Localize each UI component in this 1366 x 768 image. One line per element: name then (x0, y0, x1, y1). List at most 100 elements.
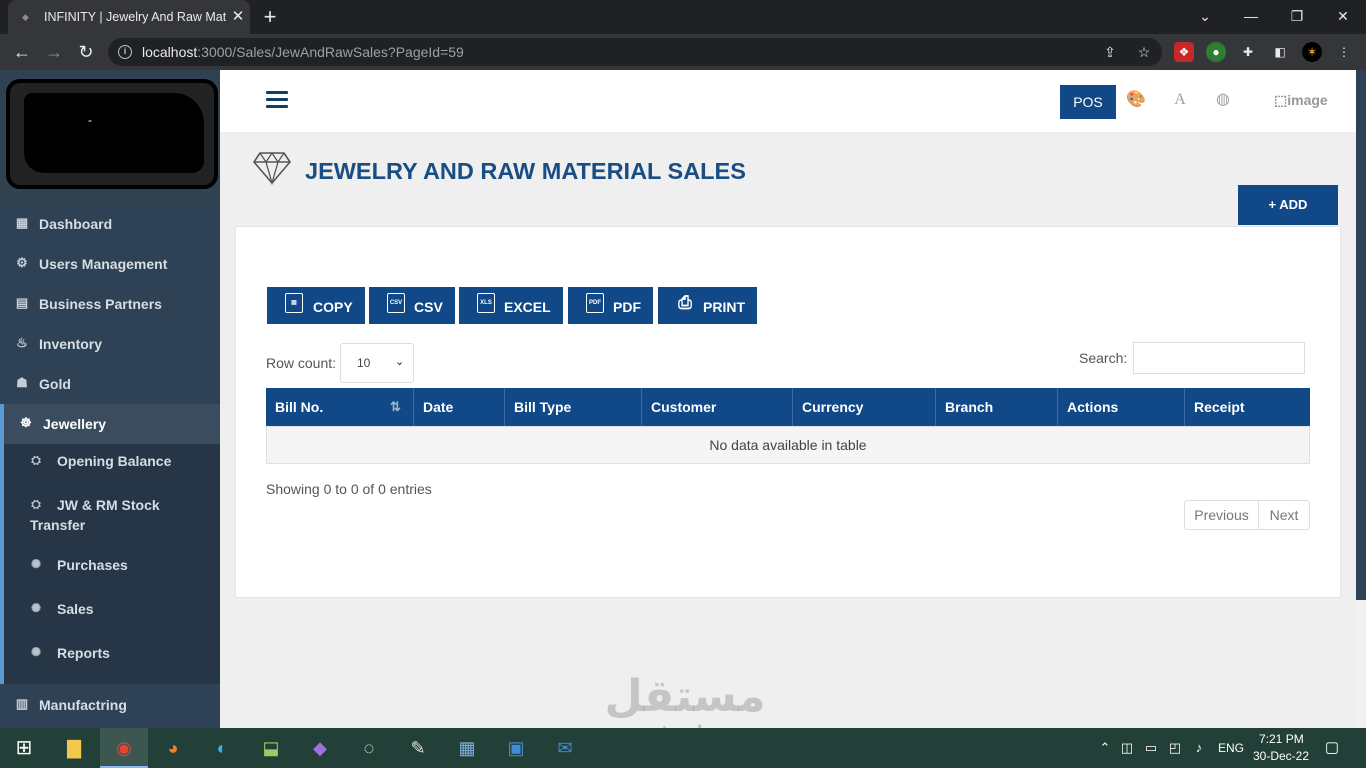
sidebar-item-business-partners[interactable]: ▤ Business Partners (0, 284, 220, 324)
browser-titlebar: ◆ INFINITY | Jewelry And Raw Mate ✕ + ⌄ … (0, 0, 1366, 34)
address-bar[interactable]: i localhost:3000/Sales/JewAndRawSales?Pa… (108, 38, 1162, 66)
pos-button[interactable]: POS (1060, 85, 1116, 119)
pdf-button[interactable]: PDF PDF (568, 287, 653, 324)
battery-icon[interactable]: ▭ (1142, 739, 1160, 757)
csv-icon: CSV (387, 293, 405, 313)
app-topbar: POS 🎨 A ◍ ⬚image (220, 70, 1356, 132)
windows-start-icon[interactable]: ⊞ (0, 728, 48, 768)
diamond-icon (252, 151, 292, 186)
column-currency[interactable]: Currency (793, 388, 936, 426)
sidebar-item-gold[interactable]: ☗ Gold (0, 364, 220, 404)
column-actions[interactable]: Actions (1058, 388, 1185, 426)
close-window-icon[interactable]: ✕ (1330, 4, 1356, 28)
excel-icon: XLS (477, 293, 495, 313)
extensions-puzzle-icon[interactable]: ✚ (1238, 42, 1258, 62)
dev-tool-icon[interactable]: ⬓ (247, 728, 295, 768)
reload-icon[interactable]: ↻ (74, 40, 98, 64)
row-count-label: Row count: (266, 355, 337, 371)
firefox-icon[interactable]: ◕ (149, 728, 197, 768)
ring-icon: ☸ (20, 415, 32, 430)
excel-button[interactable]: XLS EXCEL (459, 287, 563, 324)
clock-time[interactable]: 7:21 PM (1259, 732, 1304, 746)
column-bill-type[interactable]: Bill Type (505, 388, 642, 426)
search-label: Search: (1079, 350, 1128, 366)
column-receipt[interactable]: Receipt (1185, 388, 1310, 426)
profile-avatar[interactable]: ✶ (1302, 42, 1322, 62)
extension-green-icon[interactable]: ● (1206, 42, 1226, 62)
font-size-icon[interactable]: A (1170, 90, 1190, 110)
whatsapp-icon[interactable]: ◌ (345, 728, 393, 768)
sidebar-subitem-sales[interactable]: ✺ Sales (4, 592, 220, 628)
restore-icon[interactable]: ❐ (1284, 4, 1310, 28)
previous-button[interactable]: Previous (1185, 501, 1259, 529)
row-count-select[interactable]: 10 ⌄ (340, 343, 414, 383)
sidebar-item-manufacturing[interactable]: ▥ Manufactring (0, 685, 220, 725)
sidebar-subitem-stock-transfer[interactable]: ⛭ JW & RM Stock Transfer (4, 484, 220, 540)
print-button[interactable]: ⎙ PRINT (658, 287, 757, 324)
edge-icon[interactable]: ◐ (198, 728, 246, 768)
balance-icon: ⛭ (31, 453, 41, 467)
sidebar-subitem-opening-balance[interactable]: ⛭ Opening Balance (4, 444, 220, 480)
company-logo[interactable]: - (6, 79, 218, 189)
sidebar-subitem-reports[interactable]: ✺ Reports (4, 636, 220, 672)
empty-table-row: No data available in table (266, 426, 1310, 464)
palette-icon[interactable]: 🎨 (1126, 90, 1146, 110)
windows-taskbar: ⊞ ▇ ◉ ◕ ◐ ⬓ ◆ ◌ ✎ ▦ ▣ ✉ ⌃ ◫ ▭ ◰ ♪ ENG 7:… (0, 728, 1366, 768)
add-button[interactable]: + ADD (1238, 185, 1338, 225)
new-tab-icon[interactable]: + (258, 5, 282, 29)
csv-button[interactable]: CSV CSV (369, 287, 455, 324)
meet-icon[interactable]: ◫ (1118, 739, 1136, 757)
language-indicator[interactable]: ENG (1218, 741, 1244, 755)
tray-overflow-icon[interactable]: ⌃ (1096, 739, 1114, 757)
bookmark-star-icon[interactable]: ☆ (1134, 42, 1154, 62)
column-date[interactable]: Date (414, 388, 505, 426)
sort-icon[interactable]: ⇅ (390, 398, 406, 416)
pdf-icon: PDF (586, 293, 604, 313)
globe-icon[interactable]: ◍ (1213, 90, 1233, 110)
calculator-icon[interactable]: ▦ (443, 728, 491, 768)
scrollbar-track[interactable] (1356, 600, 1366, 728)
column-branch[interactable]: Branch (936, 388, 1058, 426)
browser-tab[interactable]: ◆ INFINITY | Jewelry And Raw Mate ✕ (8, 0, 250, 34)
search-input[interactable] (1133, 342, 1305, 374)
volume-icon[interactable]: ♪ (1190, 739, 1208, 757)
store-icon[interactable]: ▣ (492, 728, 540, 768)
network-icon[interactable]: ◰ (1166, 739, 1184, 757)
visual-studio-icon[interactable]: ◆ (296, 728, 344, 768)
sidebar-item-jewellery[interactable]: ☸ Jewellery (0, 404, 220, 444)
sidebar-item-dashboard[interactable]: ▦ Dashboard (0, 204, 220, 244)
paint-icon[interactable]: ✎ (394, 728, 442, 768)
next-button[interactable]: Next (1259, 501, 1309, 529)
column-bill-no[interactable]: Bill No. ⇅ (266, 388, 414, 426)
chrome-icon[interactable]: ◉ (100, 728, 148, 768)
back-icon[interactable]: ← (10, 40, 34, 64)
forward-icon[interactable]: → (42, 40, 66, 64)
hamburger-menu-icon[interactable] (266, 91, 288, 109)
transfer-icon: ⛭ (31, 497, 41, 511)
side-panel-icon[interactable]: ◧ (1270, 42, 1290, 62)
page-scrollbar[interactable] (1356, 70, 1366, 600)
inventory-icon: ♨ (16, 335, 28, 350)
extension-red-icon[interactable]: ❖ (1174, 42, 1194, 62)
share-icon[interactable]: ⇪ (1100, 42, 1120, 62)
sidebar: - ▦ Dashboard ⚙ Users Management ▤ Busin… (0, 70, 220, 728)
notifications-icon[interactable]: ▢ (1323, 739, 1341, 757)
site-info-icon[interactable]: i (118, 45, 132, 59)
column-customer[interactable]: Customer (642, 388, 793, 426)
sidebar-item-inventory[interactable]: ♨ Inventory (0, 324, 220, 364)
tab-search-icon[interactable]: ⌄ (1192, 4, 1218, 28)
jewellery-submenu: ⛭ Opening Balance ⛭ JW & RM Stock Transf… (0, 444, 220, 684)
user-avatar-broken-image[interactable]: ⬚image (1274, 92, 1328, 109)
sidebar-item-users-management[interactable]: ⚙ Users Management (0, 244, 220, 284)
browser-menu-icon[interactable]: ⋮ (1334, 42, 1354, 62)
factory-icon: ▥ (15, 696, 29, 711)
file-explorer-icon[interactable]: ▇ (50, 728, 98, 768)
minimize-icon[interactable]: — (1238, 4, 1264, 28)
copy-icon: ▤ (285, 293, 303, 313)
copy-button[interactable]: ▤ COPY (267, 287, 365, 324)
url-text[interactable]: localhost:3000/Sales/JewAndRawSales?Page… (142, 44, 464, 60)
close-tab-icon[interactable]: ✕ (228, 7, 248, 27)
sidebar-subitem-purchases[interactable]: ✺ Purchases (4, 548, 220, 584)
clock-date[interactable]: 30-Dec-22 (1253, 749, 1309, 763)
mail-icon[interactable]: ✉ (541, 728, 589, 768)
